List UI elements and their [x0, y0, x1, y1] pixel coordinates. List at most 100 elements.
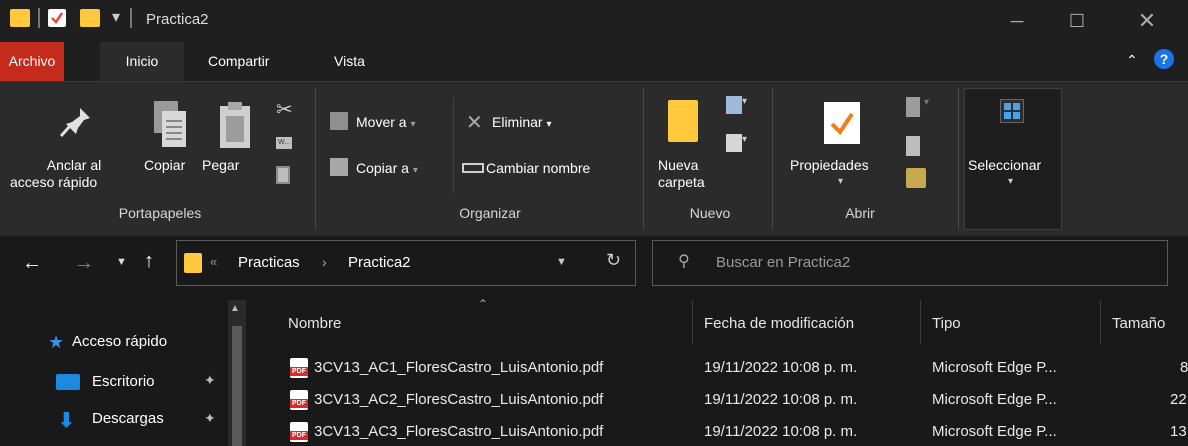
properties-button[interactable]: Propiedades	[790, 157, 869, 174]
select-button[interactable]: Seleccionar	[968, 157, 1041, 174]
group-separator	[315, 88, 316, 230]
pin-icon	[56, 104, 96, 143]
nav-scrollbar-thumb[interactable]	[232, 326, 242, 446]
tab-compartir[interactable]: Compartir	[208, 42, 269, 81]
file-size: 22	[1170, 391, 1187, 408]
address-dropdown-icon[interactable]: ▼	[556, 256, 567, 268]
pin-label-line2: acceso rápido	[10, 174, 98, 190]
rename-button[interactable]: Cambiar nombre	[486, 160, 590, 177]
file-date: 19/11/2022 10:08 p. m.	[704, 391, 858, 408]
forward-icon[interactable]: →	[74, 252, 94, 275]
group-abrir: Abrir	[845, 205, 875, 221]
file-type: Microsoft Edge P...	[932, 391, 1057, 408]
nav-quick-access[interactable]: Acceso rápido	[72, 333, 167, 350]
pin-quick-access-button[interactable]: Anclar al	[36, 157, 112, 174]
desktop-icon	[56, 374, 80, 390]
download-icon: ⬇	[58, 410, 75, 432]
new-folder-button[interactable]: Nueva carpeta	[658, 157, 705, 191]
group-portapapeles: Portapapeles	[118, 205, 202, 221]
back-icon[interactable]: ←	[22, 252, 42, 275]
properties-check-icon[interactable]	[48, 9, 66, 27]
copy-button[interactable]: Copiar	[144, 157, 185, 174]
breadcrumb-practicas[interactable]: Practicas	[238, 254, 300, 271]
file-name: 3CV13_AC3_FloresCastro_LuisAntonio.pdf	[314, 423, 604, 440]
close-button[interactable]: ✕	[1124, 0, 1170, 42]
group-separator	[958, 88, 959, 230]
select-icon	[1000, 99, 1024, 123]
file-size: 13	[1170, 423, 1187, 440]
pin-icon: ✦	[204, 410, 216, 426]
file-name: 3CV13_AC2_FloresCastro_LuisAntonio.pdf	[314, 391, 604, 408]
edit-icon[interactable]	[906, 136, 920, 156]
pdf-icon: PDF	[290, 422, 308, 443]
copy-to-label: Copiar a	[356, 160, 409, 176]
collapse-ribbon-icon[interactable]: ⌃	[1126, 52, 1138, 69]
group-nuevo: Nuevo	[689, 205, 731, 221]
maximize-button[interactable]: ☐	[1054, 0, 1100, 42]
tab-inicio[interactable]: Inicio	[100, 42, 184, 81]
pdf-icon: PDF	[290, 390, 308, 411]
chevron-down-icon: ▾	[924, 97, 930, 108]
toolbar-separator	[130, 8, 132, 28]
scroll-up-icon[interactable]: ▲	[230, 303, 240, 314]
group-organizar: Organizar	[459, 205, 521, 221]
nav-downloads[interactable]: Descargas	[92, 410, 164, 427]
help-icon[interactable]: ?	[1154, 49, 1174, 69]
copy-to-button[interactable]: Copiar a ▾	[356, 160, 418, 179]
file-row[interactable]: PDF 3CV13_AC1_FloresCastro_LuisAntonio.pd…	[290, 356, 1188, 380]
new-item-icon[interactable]	[726, 96, 742, 114]
file-date: 19/11/2022 10:08 p. m.	[704, 359, 858, 376]
pin-label-line1: Anclar al	[46, 157, 102, 173]
paste-button[interactable]: Pegar	[202, 157, 239, 174]
chevron-down-icon: ▾	[742, 96, 748, 107]
paste-shortcut-icon[interactable]	[276, 166, 290, 184]
column-separator[interactable]	[920, 300, 921, 344]
tab-vista[interactable]: Vista	[334, 42, 365, 81]
breadcrumb-practica2[interactable]: Practica2	[348, 254, 411, 271]
cut-icon[interactable]: ✂	[276, 97, 293, 122]
open-icon[interactable]	[906, 97, 920, 117]
move-to-button[interactable]: Mover a ▾	[356, 114, 416, 133]
new-folder-icon	[668, 100, 698, 142]
new-folder-label-2: carpeta	[658, 174, 705, 190]
folder-icon	[184, 253, 202, 273]
column-separator[interactable]	[1100, 300, 1101, 344]
column-name[interactable]: Nombre	[288, 310, 341, 338]
recent-locations-icon[interactable]: ▼	[116, 256, 127, 268]
move-to-icon	[330, 112, 348, 130]
new-folder-icon[interactable]	[80, 9, 100, 27]
nav-desktop[interactable]: Escritorio	[92, 373, 155, 390]
customize-toolbar-icon[interactable]: ▾	[112, 7, 120, 27]
tab-archivo[interactable]: Archivo	[0, 42, 64, 81]
file-row[interactable]: PDF 3CV13_AC2_FloresCastro_LuisAntonio.pd…	[290, 388, 1188, 412]
move-to-label: Mover a	[356, 114, 407, 130]
copy-icon	[150, 99, 190, 154]
delete-button[interactable]: Eliminar ▾	[492, 114, 552, 133]
toolbar-separator	[38, 8, 40, 28]
file-date: 19/11/2022 10:08 p. m.	[704, 423, 858, 440]
breadcrumb-separator-icon[interactable]: ›	[322, 254, 327, 270]
column-size[interactable]: Tamaño	[1112, 310, 1165, 338]
up-icon[interactable]: ↑	[144, 250, 154, 273]
delete-icon: ✕	[466, 112, 483, 134]
chevron-down-icon: ▾	[410, 119, 416, 130]
column-separator[interactable]	[692, 300, 693, 344]
file-type: Microsoft Edge P...	[932, 359, 1057, 376]
easy-access-icon[interactable]	[726, 134, 742, 152]
breadcrumb-overflow-icon[interactable]: «	[210, 254, 217, 269]
star-icon: ★	[48, 332, 65, 352]
column-type[interactable]: Tipo	[932, 310, 961, 338]
search-input[interactable]: Buscar en Practica2	[716, 254, 850, 271]
search-icon: ⚲	[678, 253, 690, 270]
group-separator	[643, 88, 644, 230]
file-row[interactable]: PDF 3CV13_AC3_FloresCastro_LuisAntonio.pd…	[290, 420, 1188, 444]
copy-path-icon[interactable]: W...	[276, 137, 292, 149]
minimize-button[interactable]: ─	[994, 0, 1040, 42]
history-icon[interactable]	[906, 168, 926, 188]
refresh-icon[interactable]: ↻	[606, 250, 621, 271]
file-size: 8	[1180, 359, 1188, 376]
new-folder-label-1: Nueva	[658, 157, 699, 173]
column-date[interactable]: Fecha de modificación	[704, 310, 854, 338]
properties-icon	[822, 100, 862, 149]
chevron-down-icon: ▾	[1008, 176, 1014, 187]
